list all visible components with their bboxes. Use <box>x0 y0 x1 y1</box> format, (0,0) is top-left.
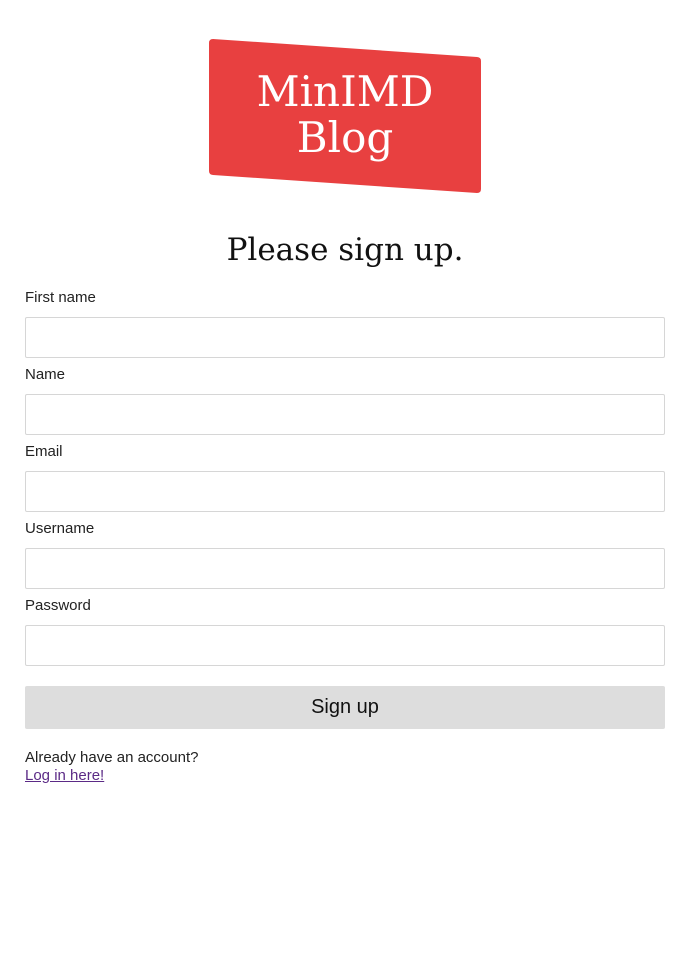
password-input[interactable] <box>25 625 665 666</box>
sign-up-button[interactable]: Sign up <box>25 686 665 729</box>
name-label: Name <box>25 366 66 383</box>
account-prompt-text: Already have an account? <box>25 749 199 766</box>
name-field-group: Name <box>25 366 665 435</box>
logo-line-1: MinIMD <box>256 67 434 116</box>
logo-text: MinIMD Blog <box>209 69 481 161</box>
name-input[interactable] <box>25 394 665 435</box>
blog-logo[interactable]: MinIMD Blog <box>209 39 481 193</box>
username-field-group: Username <box>25 520 665 589</box>
first-name-input[interactable] <box>25 317 665 358</box>
username-label: Username <box>25 520 95 537</box>
password-field-group: Password <box>25 597 665 666</box>
page-title: Please sign up. <box>226 232 464 268</box>
password-label: Password <box>25 597 91 614</box>
email-label: Email <box>25 443 63 460</box>
username-input[interactable] <box>25 548 665 589</box>
first-name-label: First name <box>25 289 96 306</box>
email-input[interactable] <box>25 471 665 512</box>
logo-line-2: Blog <box>296 113 394 162</box>
email-field-group: Email <box>25 443 665 512</box>
signup-form: First name Name Email Username Password <box>25 289 665 674</box>
first-name-field-group: First name <box>25 289 665 358</box>
login-prompt: Already have an account? Log in here! <box>25 749 198 785</box>
login-link[interactable]: Log in here! <box>25 767 198 785</box>
